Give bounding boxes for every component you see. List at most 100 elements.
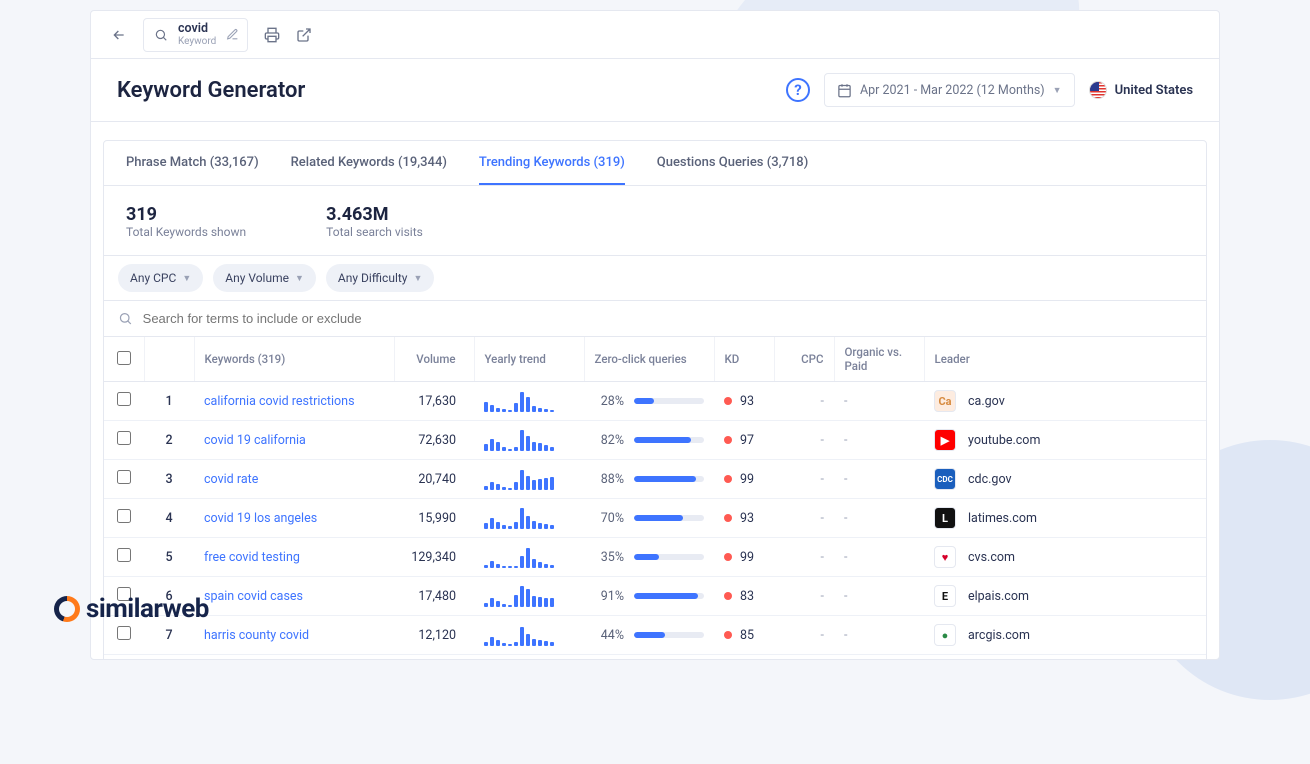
zcq-percent: 35%: [594, 550, 624, 565]
similarweb-wordmark: similarweb: [86, 594, 209, 624]
leader-domain: arcgis.com: [968, 628, 1030, 643]
tab-1[interactable]: Related Keywords (19,344): [291, 141, 447, 185]
row-rank: 5: [144, 538, 194, 577]
kd-cell: 97: [724, 433, 764, 448]
filter-cpc[interactable]: Any CPC▼: [118, 264, 203, 292]
search-icon: [118, 311, 133, 326]
similarweb-mark-icon: [54, 596, 80, 622]
back-button[interactable]: [103, 19, 135, 51]
keyword-link[interactable]: free covid testing: [204, 550, 300, 565]
row-volume: 12,120: [394, 616, 474, 655]
row-volume: 72,630: [394, 421, 474, 460]
row-ovp: -: [834, 655, 924, 661]
leader-domain: elpais.com: [968, 589, 1029, 604]
leader-favicon-icon: ●: [934, 624, 956, 646]
col-ovp[interactable]: Organic vs. Paid: [834, 337, 924, 382]
kd-dot-icon: [724, 592, 732, 600]
row-checkbox[interactable]: [117, 431, 131, 445]
row-cpc: -: [774, 499, 834, 538]
kd-value: 97: [740, 433, 754, 448]
row-cpc: -: [774, 421, 834, 460]
country-picker[interactable]: United States: [1089, 81, 1193, 99]
keyword-link[interactable]: covid 19 los angeles: [204, 511, 317, 526]
table-row: 7harris county covid12,12044%85--●arcgis…: [104, 616, 1206, 655]
row-ovp: -: [834, 460, 924, 499]
leader-cell: ● arcgis.com: [934, 624, 1196, 646]
edit-icon[interactable]: [226, 28, 239, 41]
zero-click-cell: 88%: [594, 472, 704, 487]
col-zcq[interactable]: Zero-click queries: [584, 337, 714, 382]
app-frame: covid Keyword Keyword Generator ? Apr 20…: [90, 10, 1220, 660]
keyword-link[interactable]: california covid restrictions: [204, 394, 355, 409]
row-rank: 2: [144, 421, 194, 460]
keyword-link[interactable]: spain covid cases: [204, 589, 303, 604]
col-volume[interactable]: Volume: [394, 337, 474, 382]
leader-favicon-icon: Ca: [934, 390, 956, 412]
stat-total-visits-label: Total search visits: [326, 225, 423, 239]
sparkline: [484, 624, 574, 646]
keyword-link[interactable]: covid 19 california: [204, 433, 306, 448]
table-row: 5free covid testing129,34035%99--♥cvs.co…: [104, 538, 1206, 577]
row-checkbox[interactable]: [117, 548, 131, 562]
row-volume: 17,630: [394, 382, 474, 421]
leader-domain: latimes.com: [968, 511, 1037, 526]
col-kd[interactable]: KD: [714, 337, 774, 382]
kd-cell: 99: [724, 472, 764, 487]
zero-click-cell: 70%: [594, 511, 704, 526]
results-card: Phrase Match (33,167) Related Keywords (1…: [103, 140, 1207, 660]
chevron-down-icon: ▼: [1053, 85, 1062, 96]
kd-cell: 85: [724, 628, 764, 643]
similarweb-logo: similarweb: [54, 594, 209, 624]
tab-0[interactable]: Phrase Match (33,167): [126, 141, 259, 185]
filter-volume[interactable]: Any Volume▼: [213, 264, 316, 292]
select-all-checkbox[interactable]: [117, 351, 131, 365]
kd-value: 99: [740, 550, 754, 565]
print-button[interactable]: [256, 19, 288, 51]
row-volume: 20,740: [394, 460, 474, 499]
sparkline: [484, 429, 574, 451]
kd-dot-icon: [724, 553, 732, 561]
filter-difficulty[interactable]: Any Difficulty▼: [326, 264, 434, 292]
keyword-link[interactable]: harris county covid: [204, 628, 309, 643]
zcq-percent: 88%: [594, 472, 624, 487]
row-volume: 5,200: [394, 655, 474, 661]
col-keywords[interactable]: Keywords (319): [194, 337, 394, 382]
sparkline: [484, 585, 574, 607]
row-cpc: -: [774, 460, 834, 499]
zero-click-cell: 91%: [594, 589, 704, 604]
date-range-picker[interactable]: Apr 2021 - Mar 2022 (12 Months) ▼: [824, 73, 1075, 107]
kd-dot-icon: [724, 475, 732, 483]
row-checkbox[interactable]: [117, 626, 131, 640]
zero-click-cell: 28%: [594, 394, 704, 409]
row-checkbox[interactable]: [117, 509, 131, 523]
sparkline: [484, 507, 574, 529]
leader-domain: ca.gov: [968, 394, 1005, 409]
search-chip[interactable]: covid Keyword: [143, 18, 248, 52]
zero-click-cell: 35%: [594, 550, 704, 565]
leader-cell: ♥cvs.com: [934, 546, 1196, 568]
col-leader[interactable]: Leader: [924, 337, 1206, 382]
row-rank: 1: [144, 382, 194, 421]
sparkline: [484, 468, 574, 490]
col-trend[interactable]: Yearly trend: [474, 337, 584, 382]
table-search-row: [104, 301, 1206, 337]
country-label: United States: [1115, 83, 1193, 98]
keyword-link[interactable]: covid rate: [204, 472, 258, 487]
open-external-button[interactable]: [288, 19, 320, 51]
tab-2[interactable]: Trending Keywords (319): [479, 141, 625, 185]
zero-click-cell: 82%: [594, 433, 704, 448]
row-checkbox[interactable]: [117, 470, 131, 484]
help-button[interactable]: ?: [786, 78, 810, 102]
tabs: Phrase Match (33,167) Related Keywords (1…: [104, 141, 1206, 186]
row-checkbox[interactable]: [117, 392, 131, 406]
tab-3[interactable]: Questions Queries (3,718): [657, 141, 808, 185]
leader-domain: cdc.gov: [968, 472, 1012, 487]
chevron-down-icon: ▼: [295, 273, 304, 284]
table-search-input[interactable]: [143, 311, 1192, 326]
table-row: 1california covid restrictions17,63028%9…: [104, 382, 1206, 421]
leader-cell: Ca ca.gov: [934, 390, 1196, 412]
stat-total-visits-value: 3.463M: [326, 204, 423, 225]
col-cpc[interactable]: CPC: [774, 337, 834, 382]
date-range-label: Apr 2021 - Mar 2022 (12 Months): [860, 83, 1045, 98]
calendar-icon: [837, 83, 852, 98]
